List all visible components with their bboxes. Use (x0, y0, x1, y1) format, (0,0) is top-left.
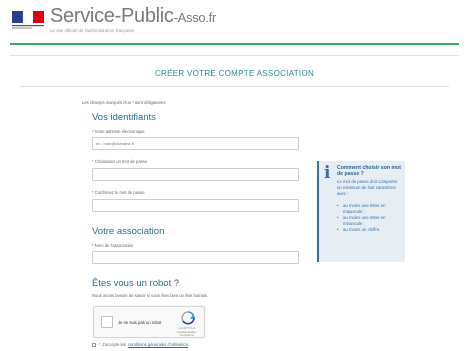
help-list-item: au moins un chiffre. (337, 227, 403, 233)
help-list-item: au moins une lettre en majuscule ; (337, 203, 403, 215)
terms-link[interactable]: conditions générales d'utilisation (128, 342, 188, 347)
password-label: * Choisissez un mot de passe (92, 159, 148, 164)
terms-checkbox[interactable] (92, 342, 96, 347)
password-help-box: i Comment choisir son mot de passe ? Le … (317, 161, 405, 262)
info-icon: i (324, 163, 331, 183)
association-name-field[interactable] (92, 251, 299, 264)
recaptcha-checkbox[interactable] (101, 316, 113, 328)
recaptcha-label: Je ne suis pas un robot (118, 320, 162, 325)
help-list: au moins une lettre en majuscule ; au mo… (337, 203, 403, 233)
site-subtitle: Le site officiel de l'administration fra… (50, 28, 135, 33)
recaptcha-brand: reCAPTCHA Confidentialité - Conditions (176, 326, 198, 338)
terms-row: * J'accepte les conditions générales d'u… (92, 342, 188, 347)
help-list-item: au moins une lettre en minuscule ; (337, 215, 403, 227)
email-field[interactable] (92, 137, 299, 150)
password-confirm-field[interactable] (92, 199, 299, 212)
terms-prefix: * J'accepte les (99, 342, 126, 347)
page-title: CRÉER VOTRE COMPTE ASSOCIATION (154, 69, 315, 78)
password-field[interactable] (92, 168, 299, 181)
password-confirm-label: * Confirmez le mot de passe (92, 190, 145, 195)
required-note: Les champs marqués d'un * sont obligatoi… (82, 100, 166, 105)
recaptcha-widget: Je ne suis pas un robot reCAPTCHA Confide… (93, 306, 205, 338)
section-heading-association: Votre association (92, 226, 165, 237)
association-name-label: * Nom de l'association (92, 243, 134, 248)
header-divider (10, 43, 459, 45)
section-heading-identifiants: Vos identifiants (92, 112, 156, 123)
marianne-flag-logo[interactable] (12, 9, 46, 33)
help-title: Comment choisir son mot de passe ? (337, 165, 401, 177)
email-label: * Votre adresse électronique (92, 129, 145, 134)
recaptcha-icon (181, 311, 195, 325)
robot-text: Nous avons besoin de savoir si vous êtes… (92, 293, 209, 298)
site-header: Service-Public-Asso.fr Le site officiel … (0, 0, 469, 38)
help-text: Le mot de passe doit comporter un minimu… (337, 179, 398, 196)
site-title[interactable]: Service-Public-Asso.fr (50, 5, 216, 28)
title-divider (20, 86, 449, 87)
section-heading-robot: Êtes vous un robot ? (92, 278, 180, 289)
